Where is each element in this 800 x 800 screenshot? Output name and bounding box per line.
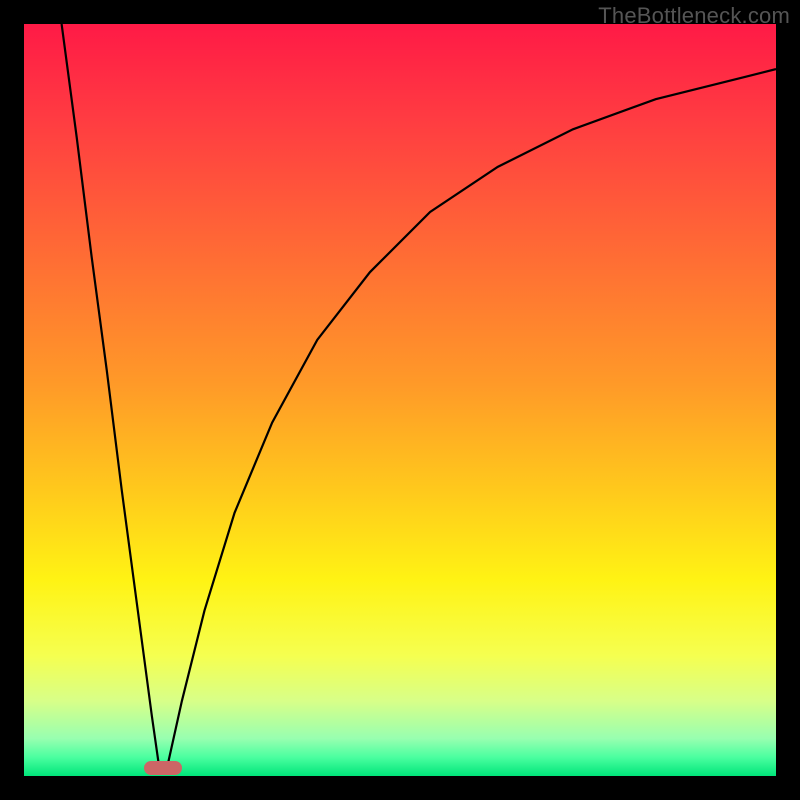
plot-area bbox=[24, 24, 776, 776]
optimum-marker bbox=[144, 761, 182, 775]
bottleneck-curve bbox=[24, 24, 776, 776]
chart-frame: TheBottleneck.com bbox=[0, 0, 800, 800]
